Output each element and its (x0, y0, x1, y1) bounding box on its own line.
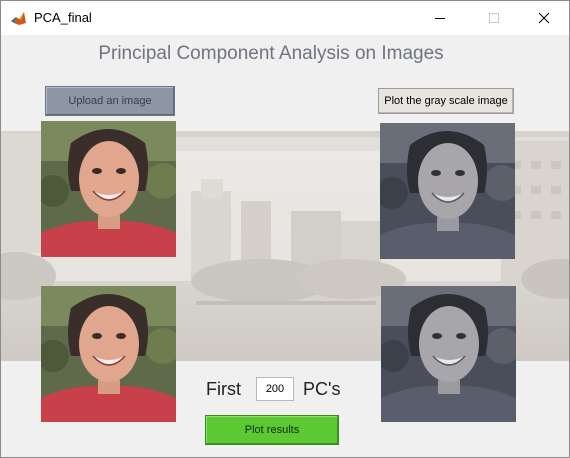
title-bar[interactable]: PCA_final (1, 1, 569, 35)
minimize-icon (435, 18, 445, 19)
plot-results-button[interactable]: Plot results (205, 415, 339, 445)
app-window: PCA_final Principal Component Analysis o… (0, 0, 570, 458)
reconstructed-color-image (41, 286, 176, 422)
figure-client-area: Principal Component Analysis on Images U… (1, 35, 569, 457)
page-title: Principal Component Analysis on Images (98, 43, 444, 64)
plot-grayscale-button[interactable]: Plot the gray scale image (378, 88, 514, 114)
matlab-app-icon (10, 10, 27, 26)
close-button[interactable] (521, 1, 567, 35)
minimize-button[interactable] (417, 1, 463, 35)
maximize-button[interactable] (471, 1, 517, 35)
close-icon (538, 12, 550, 24)
window-title: PCA_final (34, 10, 92, 25)
pcs-label: PC's (303, 379, 341, 399)
pc-count-input[interactable] (256, 377, 294, 401)
maximize-icon (489, 13, 499, 23)
upload-image-button[interactable]: Upload an image (45, 86, 175, 116)
reconstructed-gray-image (381, 286, 516, 422)
original-color-image (41, 121, 176, 257)
grayscale-image (380, 123, 515, 259)
first-label: First (206, 379, 241, 399)
